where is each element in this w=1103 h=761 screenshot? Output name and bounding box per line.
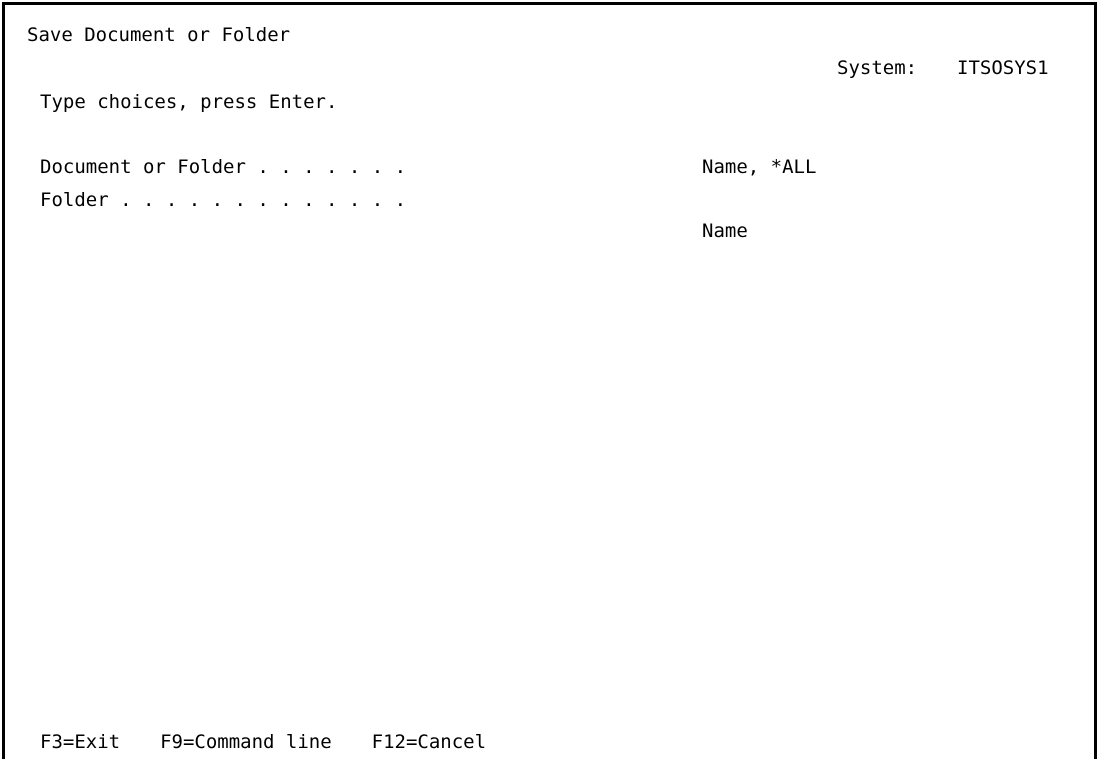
document-or-folder-label: Document or Folder . . . . . . . bbox=[40, 156, 407, 178]
terminal-screen: Save Document or Folder System: ITSOSYS1… bbox=[2, 2, 1097, 759]
f3-exit-key[interactable]: F3=Exit bbox=[40, 731, 120, 753]
system-label: System: bbox=[837, 57, 918, 79]
screen-title: Save Document or Folder bbox=[27, 24, 291, 46]
folder-label: Folder . . . . . . . . . . . . . bbox=[40, 189, 407, 211]
instructions-text: Type choices, press Enter. bbox=[40, 91, 338, 113]
f9-command-line-key[interactable]: F9=Command line bbox=[160, 731, 332, 753]
folder-help: Name bbox=[702, 220, 748, 242]
f12-cancel-key[interactable]: F12=Cancel bbox=[372, 731, 486, 753]
function-key-bar: F3=Exit F9=Command line F12=Cancel bbox=[40, 731, 486, 753]
document-or-folder-help: Name, *ALL bbox=[702, 156, 817, 178]
system-name: ITSOSYS1 bbox=[957, 57, 1049, 79]
